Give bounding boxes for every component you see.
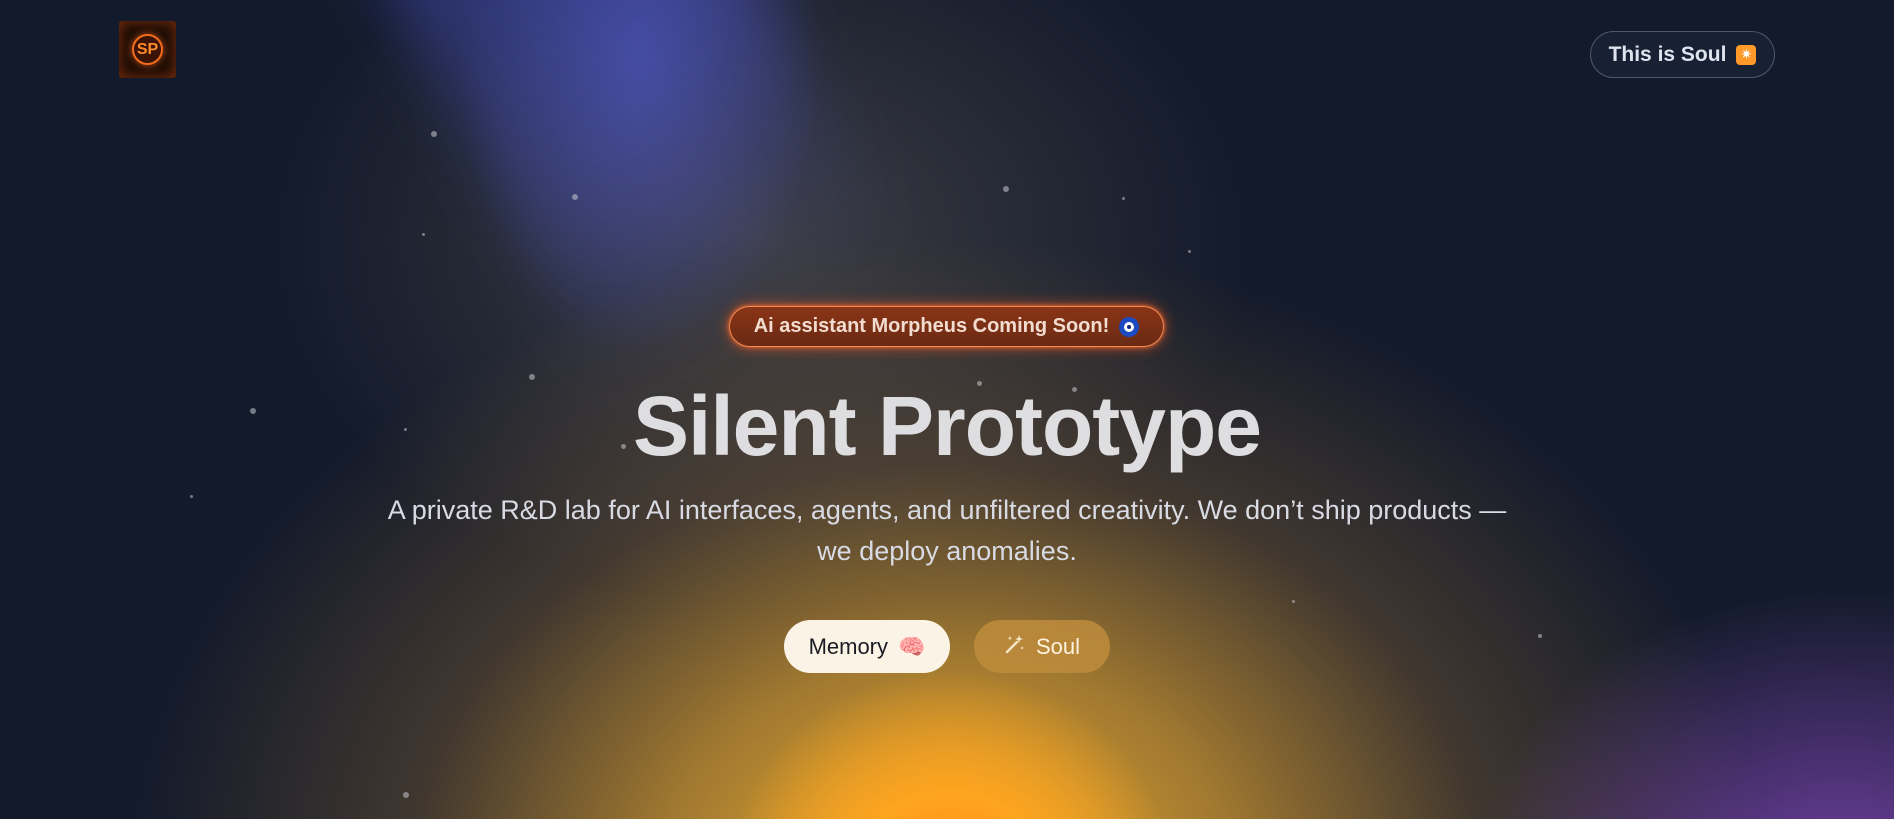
page-subtitle: A private R&D lab for AI interfaces, age… [387, 495, 1507, 566]
memory-button[interactable]: Memory 🧠 [784, 620, 950, 673]
eye-icon [1119, 316, 1140, 337]
soul-button-label: Soul [1035, 633, 1081, 659]
announcement-badge[interactable]: Ai assistant Morpheus Coming Soon! [729, 306, 1164, 347]
star-particle [572, 194, 578, 200]
star-particle [1292, 600, 1295, 603]
hero-background: SP This is Soul ✷ Ai assistant Morpheus … [0, 0, 1894, 819]
star-particle [1538, 634, 1542, 638]
logo-mark: SP [132, 34, 163, 65]
star-particle [422, 233, 425, 236]
star-particle [1003, 186, 1009, 192]
soul-pill-label: This is Soul [1608, 42, 1727, 66]
sun-icon: ✷ [1736, 44, 1757, 65]
brain-icon: 🧠 [898, 633, 926, 659]
star-particle [403, 792, 409, 798]
star-particle [431, 131, 437, 137]
page-title: Silent Prototype [632, 379, 1262, 473]
star-particle [1188, 250, 1191, 253]
this-is-soul-button[interactable]: This is Soul ✷ [1590, 31, 1775, 78]
magic-wand-icon [1004, 633, 1026, 661]
logo[interactable]: SP [119, 21, 176, 78]
soul-button[interactable]: Soul [974, 620, 1110, 673]
memory-button-label: Memory [808, 633, 889, 659]
star-particle [1122, 197, 1125, 200]
announcement-label: Ai assistant Morpheus Coming Soon! [753, 315, 1110, 337]
star-particle [190, 495, 193, 498]
